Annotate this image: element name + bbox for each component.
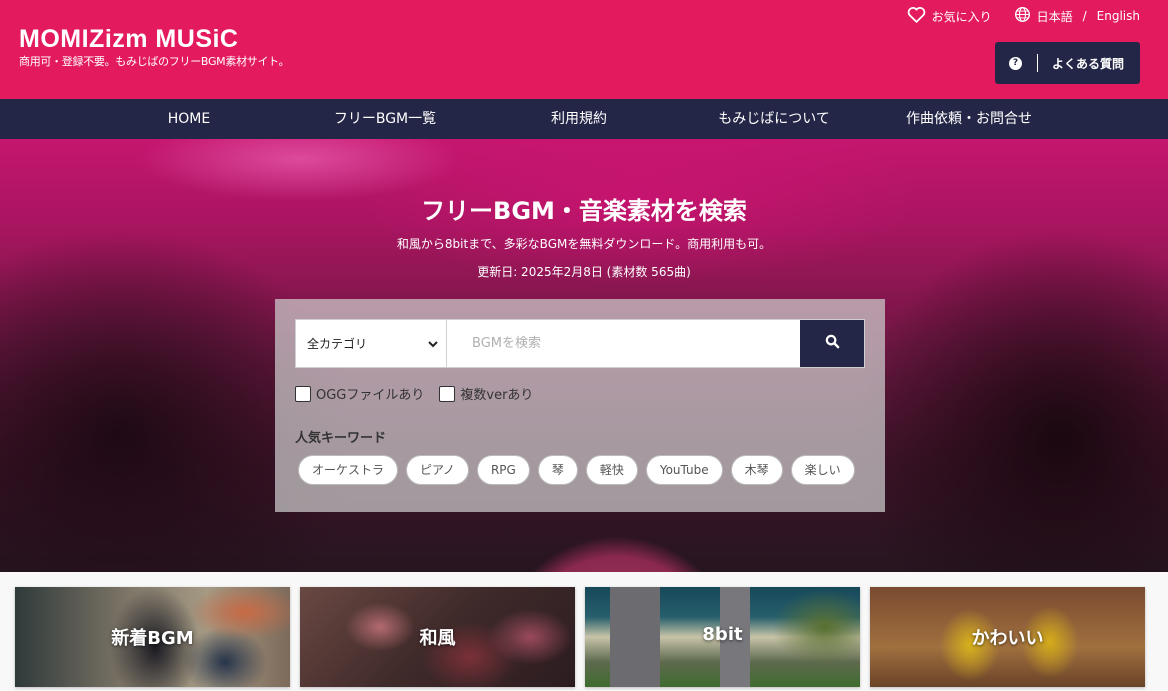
site-header: MOMIZizm MUSiC 商用可・登録不要。もみじばのフリーBGM素材サイト…: [0, 0, 1168, 99]
search-input[interactable]: [447, 320, 800, 367]
hero-subtitle: 和風から8bitまで、多彩なBGMを無料ダウンロード。商用利用も可。: [396, 237, 772, 251]
main-nav: HOME フリーBGM一覧 利用規約 もみじばについて 作曲依頼・お問合せ: [0, 99, 1168, 139]
nav-terms[interactable]: 利用規約: [551, 99, 607, 139]
favorites-link[interactable]: お気に入り: [907, 6, 992, 26]
checkbox-box[interactable]: [439, 385, 456, 402]
ogg-file-checkbox[interactable]: OGGファイルあり: [295, 384, 424, 403]
faq-label: よくある質問: [1052, 56, 1125, 71]
category-card-label: 新着BGM: [111, 628, 194, 649]
search-button[interactable]: [800, 320, 864, 367]
checkbox-box[interactable]: [295, 385, 311, 402]
hero-title: フリーBGM・音楽素材を検索: [421, 197, 747, 225]
nav-contact[interactable]: 作曲依頼・お問合せ: [906, 99, 1032, 139]
keyword-tag[interactable]: 木琴: [730, 455, 783, 485]
keyword-tag[interactable]: ピアノ: [406, 455, 469, 485]
category-cards: 新着BGM 和風 8bit かわいい: [15, 587, 1155, 687]
hero-updated-info: 更新日: 2025年2月8日 (素材数 565曲): [477, 265, 691, 279]
category-select[interactable]: 全カテゴリ: [296, 320, 447, 367]
multi-version-checkbox[interactable]: 複数verあり: [439, 384, 533, 403]
question-circle-icon: ?: [1009, 56, 1022, 70]
keyword-tag[interactable]: RPG: [476, 455, 530, 485]
faq-divider: [1037, 54, 1038, 72]
site-logo[interactable]: MOMIZizm MUSiC: [19, 27, 239, 52]
category-card-label: 8bit: [702, 624, 743, 645]
nav-home[interactable]: HOME: [168, 99, 210, 139]
language-separator: /: [1082, 9, 1087, 23]
filter-checkboxes: OGGファイルあり 複数verあり: [295, 384, 548, 403]
category-selected-value: 全カテゴリ: [307, 337, 368, 351]
language-japanese[interactable]: 日本語: [1037, 8, 1073, 25]
site-tagline: 商用可・登録不要。もみじばのフリーBGM素材サイト。: [19, 55, 290, 68]
multi-version-label: 複数verあり: [460, 388, 534, 403]
nav-free-bgm-list[interactable]: フリーBGM一覧: [334, 99, 436, 139]
keyword-tag[interactable]: 琴: [537, 455, 578, 485]
favorites-label: お気に入り: [931, 9, 992, 24]
faq-button[interactable]: ? よくある質問: [995, 42, 1140, 84]
category-card-kawaii[interactable]: かわいい: [870, 587, 1145, 687]
category-card-new-bgm[interactable]: 新着BGM: [15, 587, 290, 687]
globe-icon: [1014, 6, 1037, 26]
keyword-tag[interactable]: オーケストラ: [298, 455, 399, 485]
popular-keywords-title: 人気キーワード: [295, 431, 387, 446]
heart-icon: [907, 6, 932, 26]
language-switcher: 日本語 / English: [1014, 6, 1140, 26]
chevron-down-icon: [428, 337, 438, 351]
category-card-label: 和風: [419, 628, 456, 649]
nav-about[interactable]: もみじばについて: [718, 99, 830, 139]
popular-keywords-list: オーケストラ ピアノ RPG 琴 軽快 YouTube 木琴 楽しい: [298, 455, 863, 485]
keyword-tag[interactable]: YouTube: [645, 455, 723, 485]
ogg-file-label: OGGファイルあり: [316, 388, 425, 403]
search-bar: 全カテゴリ: [295, 319, 865, 368]
search-panel: 全カテゴリ OGGファイルあり 複数verあり 人気キーワード: [275, 299, 885, 512]
hero-section: フリーBGM・音楽素材を検索 和風から8bitまで、多彩なBGMを無料ダウンロー…: [0, 139, 1168, 572]
category-card-label: かわいい: [971, 628, 1044, 649]
language-english[interactable]: English: [1097, 9, 1140, 23]
keyword-tag[interactable]: 軽快: [585, 455, 638, 485]
keyword-tag[interactable]: 楽しい: [790, 455, 855, 485]
category-card-8bit[interactable]: 8bit: [585, 587, 860, 687]
search-icon: [825, 334, 840, 353]
top-links: お気に入り 日本語 / English: [907, 6, 1140, 26]
category-card-wafu[interactable]: 和風: [300, 587, 575, 687]
